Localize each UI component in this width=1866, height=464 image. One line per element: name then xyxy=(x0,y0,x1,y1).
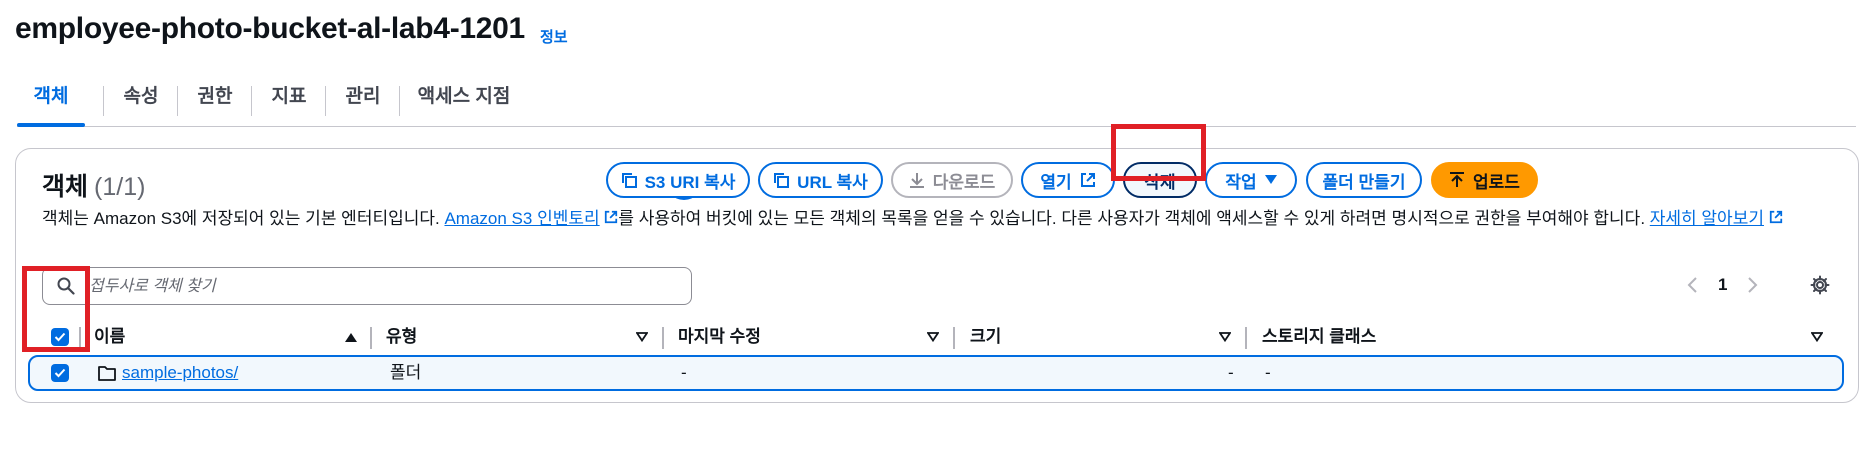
object-name-link[interactable]: sample-photos/ xyxy=(122,363,238,382)
copy-url-label: URL 복사 xyxy=(797,172,868,192)
copy-icon xyxy=(774,173,790,188)
tab-permissions[interactable]: 권한 xyxy=(179,74,251,124)
column-header-storage-class[interactable]: 스토리지 클래스 xyxy=(1262,321,1376,353)
info-link[interactable]: 정보 xyxy=(540,26,568,47)
tab-properties[interactable]: 속성 xyxy=(105,74,177,124)
object-last-modified: - xyxy=(681,363,687,382)
actions-label: 작업 xyxy=(1225,172,1257,192)
tab-management[interactable]: 관리 xyxy=(327,74,399,124)
object-type: 폴더 xyxy=(390,363,422,382)
objects-panel: 객체 (1/1) S3 URI 복사 URL 복사 다운로드 열기 삭제 작업 폴… xyxy=(15,148,1859,403)
open-button[interactable]: 열기 xyxy=(1021,162,1115,198)
object-storage-class: - xyxy=(1265,363,1271,382)
select-all-checkbox[interactable] xyxy=(51,328,69,346)
create-folder-label: 폴더 만들기 xyxy=(1322,172,1406,192)
chevron-right-icon[interactable] xyxy=(1747,276,1759,294)
external-link-icon xyxy=(1769,210,1782,224)
objects-heading: 객체 (1/1) xyxy=(42,167,145,203)
sort-ascending-icon[interactable] xyxy=(345,333,357,343)
sort-icon[interactable] xyxy=(1219,332,1231,342)
download-label: 다운로드 xyxy=(932,172,996,192)
page-number[interactable]: 1 xyxy=(1718,275,1727,295)
tab-access-points[interactable]: 액세스 지점 xyxy=(401,74,527,124)
tab-metrics[interactable]: 지표 xyxy=(253,74,325,124)
actions-dropdown[interactable]: 작업 xyxy=(1205,162,1297,198)
download-button[interactable]: 다운로드 xyxy=(891,162,1013,198)
search-input[interactable] xyxy=(87,272,681,302)
upload-label: 업로드 xyxy=(1473,172,1520,192)
column-header-type[interactable]: 유형 xyxy=(386,321,417,353)
pagination: 1 xyxy=(1686,271,1759,299)
column-header-size[interactable]: 크기 xyxy=(970,321,1001,353)
open-label: 열기 xyxy=(1040,172,1072,192)
object-size: - xyxy=(1228,363,1234,382)
check-icon xyxy=(54,368,66,378)
page-title: employee-photo-bucket-al-lab4-1201 xyxy=(15,12,525,45)
table-header: 이름 유형 마지막 수정 크기 스토리지 클래스 xyxy=(28,321,1844,353)
tab-bar: 객체 속성 권한 지표 관리 액세스 지점 xyxy=(17,74,1856,127)
tab-objects[interactable]: 객체 xyxy=(17,74,85,127)
delete-label: 삭제 xyxy=(1144,172,1176,192)
description-text-1: 객체는 Amazon S3에 저장되어 있는 기본 엔터티입니다. xyxy=(42,209,445,228)
sort-icon[interactable] xyxy=(1811,332,1823,342)
sort-icon[interactable] xyxy=(636,332,648,342)
copy-s3-uri-button[interactable]: S3 URI 복사 xyxy=(606,162,750,198)
download-icon xyxy=(909,173,924,188)
description-text-2: 를 사용하여 버킷에 있는 모든 객체의 목록을 얻을 수 있습니다. 다른 사… xyxy=(618,209,1650,228)
copy-icon xyxy=(621,173,637,188)
row-checkbox[interactable] xyxy=(51,364,69,382)
objects-count: (1/1) xyxy=(94,173,146,201)
external-link-icon xyxy=(605,210,618,224)
folder-icon xyxy=(98,366,116,381)
copy-url-button[interactable]: URL 복사 xyxy=(758,162,883,198)
create-folder-button[interactable]: 폴더 만들기 xyxy=(1306,162,1422,198)
external-link-icon xyxy=(1080,173,1095,187)
column-header-last-modified[interactable]: 마지막 수정 xyxy=(678,321,761,353)
upload-button[interactable]: 업로드 xyxy=(1431,162,1538,198)
inventory-link[interactable]: Amazon S3 인벤토리 xyxy=(444,209,599,228)
sort-icon[interactable] xyxy=(927,332,939,342)
gear-icon[interactable] xyxy=(1810,275,1830,295)
objects-title: 객체 xyxy=(42,173,89,201)
copy-s3-uri-label: S3 URI 복사 xyxy=(644,172,736,192)
objects-description: 객체는 Amazon S3에 저장되어 있는 기본 엔터티입니다. Amazon… xyxy=(42,207,1832,231)
table-row[interactable]: sample-photos/ 폴더 - - - xyxy=(28,355,1844,391)
caret-down-icon xyxy=(1264,175,1277,184)
search-icon xyxy=(57,277,75,295)
chevron-left-icon[interactable] xyxy=(1686,276,1698,294)
upload-icon xyxy=(1450,172,1465,187)
search-field[interactable] xyxy=(42,267,692,305)
learn-more-link[interactable]: 자세히 알아보기 xyxy=(1650,209,1764,228)
delete-button[interactable]: 삭제 xyxy=(1123,162,1197,198)
check-icon xyxy=(54,332,66,342)
column-header-name[interactable]: 이름 xyxy=(94,321,125,353)
